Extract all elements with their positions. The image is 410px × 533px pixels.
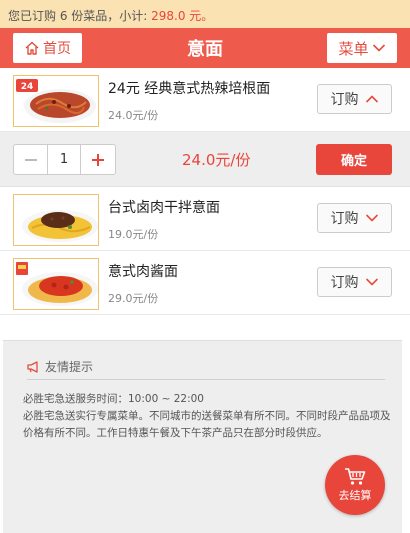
increase-quantity-button[interactable]	[81, 145, 115, 174]
notice-header: 友情提示	[27, 358, 385, 380]
home-button[interactable]: 首页	[13, 33, 82, 63]
order-summary-banner: 您已订购 6 份菜品，小计: 298.0 元。	[0, 0, 410, 28]
checkout-label: 去结算	[338, 489, 372, 502]
menu-item-spicy-bacon-pasta: 24 24元 经典意式热辣培根面 24.0元/份 订购	[0, 68, 410, 132]
order-button-label: 订购	[330, 211, 359, 227]
dish-name: 意式肉酱面	[108, 264, 178, 280]
dish-thumbnail	[13, 194, 99, 246]
quantity-total-price: 24.0元/份	[182, 151, 251, 169]
page-title: 意面	[187, 39, 223, 60]
top-navigation-bar: 首页 意面 菜单	[0, 28, 410, 68]
dish-price: 29.0元/份	[108, 292, 159, 305]
chevron-down-icon	[365, 278, 378, 286]
dish-thumbnail: 24	[13, 75, 99, 127]
order-button[interactable]: 订购	[317, 203, 392, 233]
dish-name: 台式卤肉干拌意面	[108, 200, 220, 216]
decrease-quantity-button[interactable]	[14, 145, 47, 174]
dish-thumbnail	[13, 258, 99, 310]
shopping-cart-icon	[345, 468, 366, 485]
dish-price: 19.0元/份	[108, 228, 159, 241]
dish-price: 24.0元/份	[108, 109, 159, 122]
confirm-button[interactable]: 确定	[316, 144, 392, 175]
order-button-label: 订购	[330, 92, 359, 108]
service-hours-text: 必胜宅急送服务时间：10:00 ~ 22:00	[23, 393, 204, 405]
notice-body: 必胜宅急送服务时间：10:00 ~ 22:00 必胜宅急送实行专属菜单。不同城市…	[23, 391, 393, 442]
minus-icon	[24, 158, 37, 161]
menu-dropdown-button[interactable]: 菜单	[327, 33, 397, 63]
chevron-up-icon	[365, 95, 378, 103]
order-button[interactable]: 订购	[317, 267, 392, 297]
dish-name: 24元 经典意式热辣培根面	[108, 81, 271, 97]
order-quantity-panel: 1 24.0元/份 确定	[0, 132, 410, 187]
quantity-value[interactable]: 1	[47, 145, 81, 174]
order-subtotal: 298.0 元。	[151, 9, 214, 23]
order-button-label: 订购	[330, 275, 359, 291]
quantity-stepper: 1	[13, 144, 116, 175]
order-summary-text: 您已订购 6 份菜品，小计:	[8, 9, 152, 23]
dish-price-badge: 24	[21, 82, 34, 92]
order-button[interactable]: 订购	[317, 84, 392, 114]
menu-policy-text: 必胜宅急送实行专属菜单。不同城市的送餐菜单有所不同。不同时段产品品项及价格有所不…	[23, 410, 391, 439]
home-button-label: 首页	[43, 41, 71, 57]
chevron-down-icon	[365, 214, 378, 222]
megaphone-icon	[27, 360, 38, 373]
menu-item-braised-pork-pasta: 台式卤肉干拌意面 19.0元/份 订购	[0, 187, 410, 251]
home-icon	[25, 41, 39, 55]
notice-title: 友情提示	[45, 360, 94, 374]
menu-item-bolognese-pasta: 意式肉酱面 29.0元/份 订购	[0, 251, 410, 315]
menu-button-label: 菜单	[338, 39, 369, 58]
checkout-button[interactable]: 去结算	[325, 455, 385, 515]
chevron-down-icon	[372, 44, 385, 52]
plus-icon	[92, 153, 104, 166]
